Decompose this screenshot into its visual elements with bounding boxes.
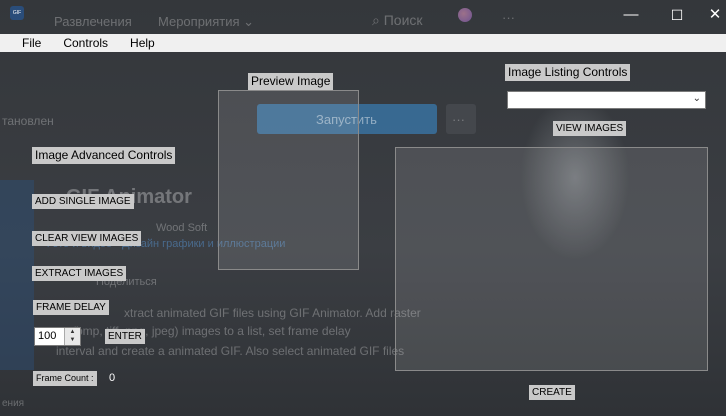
- background-launch-more: ···: [452, 112, 465, 127]
- spin-down-icon[interactable]: ▼: [65, 336, 80, 344]
- chevron-down-icon[interactable]: ⌄: [693, 93, 701, 104]
- add-single-image-button[interactable]: ADD SINGLE IMAGE: [32, 194, 134, 209]
- view-images-button[interactable]: VIEW IMAGES: [553, 121, 627, 136]
- preview-image-box: [218, 90, 359, 270]
- close-button[interactable]: ✕: [700, 4, 726, 26]
- stepper-buttons: ▲ ▼: [64, 328, 80, 345]
- spin-up-icon[interactable]: ▲: [65, 328, 80, 336]
- background-desc-2: es (bmp, tiff, png, jpeg) images to a li…: [56, 324, 351, 338]
- image-listing-dropdown[interactable]: ⌄: [507, 91, 706, 109]
- background-publisher: Wood Soft: [156, 222, 208, 234]
- extract-images-button[interactable]: EXTRACT IMAGES: [32, 266, 127, 281]
- menu-controls[interactable]: Controls: [63, 36, 116, 50]
- image-advanced-label: Image Advanced Controls: [32, 147, 176, 164]
- preview-image-label: Preview Image: [248, 73, 334, 90]
- background-footer: ения: [2, 398, 25, 409]
- menu-bar: File Controls Help: [0, 34, 726, 52]
- image-list-box[interactable]: [395, 147, 708, 371]
- enter-button[interactable]: ENTER: [105, 329, 145, 344]
- minimize-button[interactable]: —: [616, 4, 646, 26]
- menu-help[interactable]: Help: [130, 36, 163, 50]
- maximize-button[interactable]: ☐: [662, 4, 692, 26]
- frame-delay-stepper[interactable]: 100 ▲ ▼: [34, 327, 81, 346]
- background-desc-1: xtract animated GIF files using GIF Anim…: [124, 306, 421, 320]
- background-installed: тановлен: [2, 114, 54, 128]
- background-left-banner: [0, 180, 34, 370]
- title-bar[interactable]: GIF — ☐ ✕: [0, 0, 726, 34]
- image-listing-label: Image Listing Controls: [505, 64, 631, 81]
- frame-delay-value: 100: [38, 330, 57, 342]
- frame-count-value: 0: [109, 372, 116, 384]
- frame-count-label: Frame Count :: [33, 371, 97, 386]
- background-desc-3: interval and create a animated GIF. Also…: [56, 344, 405, 358]
- frame-delay-label: FRAME DELAY: [33, 300, 109, 315]
- menu-file[interactable]: File: [22, 36, 49, 50]
- clear-view-images-button[interactable]: CLEAR VIEW IMAGES: [32, 231, 142, 246]
- app-icon: GIF: [10, 6, 24, 20]
- create-button[interactable]: CREATE: [529, 385, 575, 400]
- avatar: [458, 8, 472, 22]
